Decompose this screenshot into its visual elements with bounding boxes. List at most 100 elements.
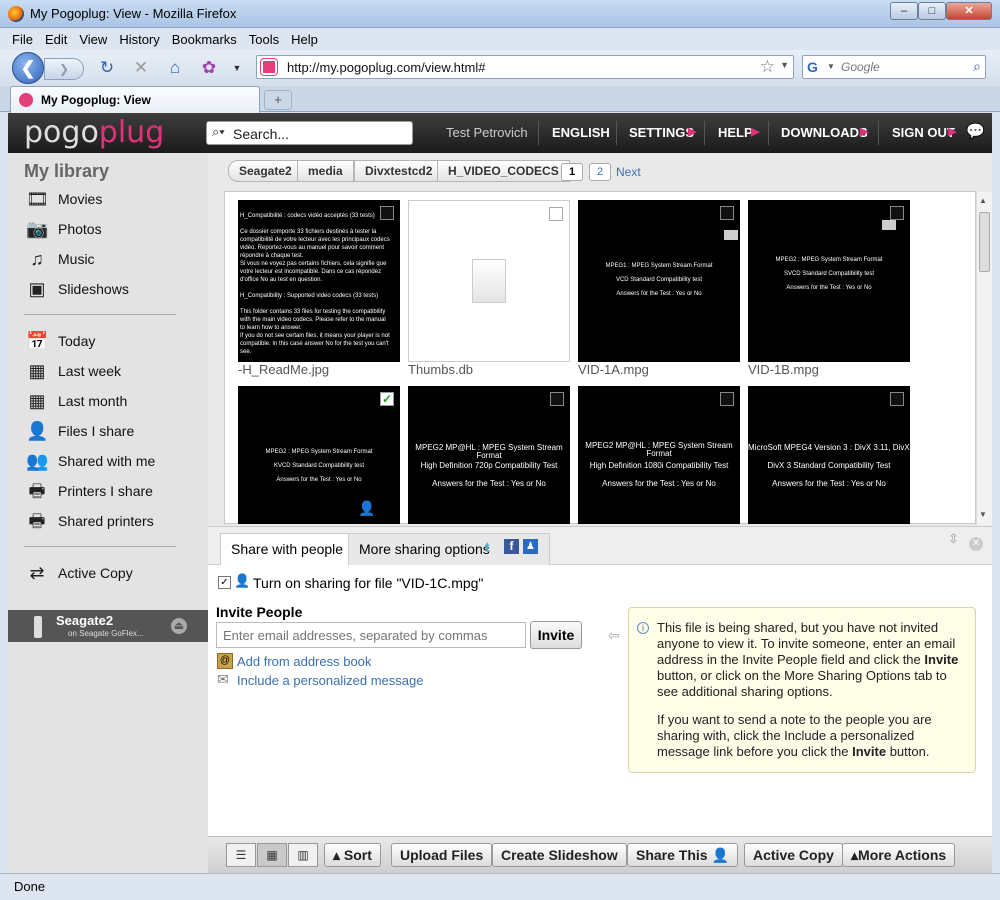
addon-icon[interactable]: ✿ <box>198 58 220 78</box>
create-slideshow-button[interactable]: Create Slideshow <box>492 843 627 867</box>
file-thumbnail[interactable]: MPEG2 MP@HL : MPEG System Stream Format … <box>578 386 740 524</box>
sidebar-item-files-i-share[interactable]: 👤 Files I share <box>24 418 204 446</box>
file-name[interactable]: VID-1B.mpg <box>748 362 819 377</box>
sidebar-item-slideshows[interactable]: ▣ Slideshows <box>24 276 204 304</box>
menu-help[interactable]: Help <box>291 32 318 47</box>
sidebar-item-shared-with-me[interactable]: 👥 Shared with me <box>24 448 204 476</box>
tab-share-with-people[interactable]: Share with people <box>220 533 355 565</box>
bookmark-star-icon[interactable]: ☆ <box>760 57 775 77</box>
sidebar-item-active-copy[interactable]: ⇄ Active Copy <box>24 560 204 588</box>
url-text[interactable]: http://my.pogoplug.com/view.html# <box>287 60 485 75</box>
sidebar-item-printers-i-share[interactable]: 🖶 Printers I share <box>24 478 204 506</box>
eject-icon[interactable]: ⏏ <box>171 618 187 634</box>
menu-tools[interactable]: Tools <box>249 32 279 47</box>
language-link[interactable]: ENGLISH <box>552 125 610 140</box>
list-view-icon[interactable]: ☰ <box>226 843 256 867</box>
page-1-button[interactable]: 1 <box>561 163 583 181</box>
file-thumbnail[interactable]: MPEG1 : MPEG System Stream Format VCD St… <box>578 200 740 362</box>
sort-button[interactable]: ▴ Sort <box>324 843 381 867</box>
breadcrumb-h-video-codecs[interactable]: H_VIDEO_CODECS <box>437 160 570 182</box>
sidebar-item-photos[interactable]: 📷 Photos <box>24 216 204 244</box>
select-checkbox[interactable] <box>549 207 563 221</box>
file-thumbnail[interactable]: MPEG2 MP@HL : MPEG System Stream Format … <box>408 386 570 524</box>
engine-dropdown-icon[interactable]: ▼ <box>827 62 835 71</box>
chat-icon[interactable]: 💬 <box>966 122 985 140</box>
home-icon[interactable]: ⌂ <box>164 58 186 78</box>
upload-files-button[interactable]: Upload Files <box>391 843 493 867</box>
browser-tab[interactable]: My Pogoplug: View <box>10 86 260 113</box>
forward-button[interactable]: ❯ <box>44 58 84 80</box>
sidebar-item-movies[interactable]: 🎞 Movies <box>24 186 204 214</box>
settings-link[interactable]: SETTINGS <box>629 125 694 140</box>
file-thumbnail[interactable]: MPEG2 : MPEG System Stream Format KVCD S… <box>238 386 400 524</box>
grid-view-icon[interactable]: ▦ <box>257 843 287 867</box>
menu-view[interactable]: View <box>79 32 107 47</box>
active-copy-button[interactable]: Active Copy <box>744 843 843 867</box>
select-checkbox[interactable] <box>890 392 904 406</box>
sharing-toggle-checkbox[interactable]: ✓ <box>218 576 231 589</box>
help-link[interactable]: HELP <box>718 125 753 140</box>
file-thumbnail[interactable]: MPEG2 : MPEG System Stream Format SVCD S… <box>748 200 910 362</box>
device-item[interactable]: Seagate2 on Seagate GoFlex... ⏏ <box>8 610 208 642</box>
chevron-down-icon[interactable]: ▼ <box>226 58 248 78</box>
search-bar[interactable]: G ▼ Google ⌕ <box>802 55 986 79</box>
invite-button[interactable]: Invite <box>530 621 582 649</box>
email-field[interactable] <box>216 622 526 648</box>
grid-scrollbar[interactable]: ▲ ▼ <box>976 192 992 525</box>
menu-history[interactable]: History <box>119 32 159 47</box>
sidebar-item-today[interactable]: 📅 Today <box>24 328 204 356</box>
select-checkbox[interactable] <box>380 206 394 220</box>
select-checkbox[interactable] <box>720 392 734 406</box>
file-thumbnail[interactable] <box>408 200 570 362</box>
personal-message-link[interactable]: Include a personalized message <box>237 673 423 688</box>
back-button[interactable]: ❮ <box>12 52 44 84</box>
file-name[interactable]: VID-1A.mpg <box>578 362 649 377</box>
pogoplug-logo[interactable]: pogoplug <box>24 115 164 150</box>
url-bar[interactable]: http://my.pogoplug.com/view.html# ☆ ▼ <box>256 55 794 79</box>
share-this-button[interactable]: Share This 👤 <box>627 843 738 867</box>
file-thumbnail[interactable]: MicroSoft MPEG4 Version 3 : DivX 3.11, D… <box>748 386 910 524</box>
breadcrumb-divxtestcd2[interactable]: Divxtestcd2 <box>354 160 444 182</box>
maximize-button[interactable]: □ <box>918 2 946 20</box>
resize-panel-icon[interactable]: ⇳ <box>948 531 959 547</box>
menu-edit[interactable]: Edit <box>45 32 67 47</box>
file-name[interactable]: -H_ReadMe.jpg <box>238 362 329 377</box>
select-checkbox[interactable] <box>720 206 734 220</box>
tab-more-sharing-options[interactable]: More sharing options <box>348 533 550 565</box>
file-thumbnail[interactable]: H_Compatibilité : codecs vidéo acceptés … <box>238 200 400 362</box>
search-text[interactable]: Search... <box>233 126 289 142</box>
scroll-up-icon[interactable]: ▲ <box>979 196 987 205</box>
close-button[interactable]: ✕ <box>946 2 992 20</box>
url-dropdown-icon[interactable]: ▼ <box>780 60 789 70</box>
close-panel-icon[interactable]: ✕ <box>969 537 983 551</box>
search-placeholder[interactable]: Google <box>841 60 880 74</box>
library-search-input[interactable]: ⌕▾ Search... <box>206 121 413 145</box>
search-icon[interactable]: ⌕ <box>973 58 981 75</box>
google-icon[interactable]: G <box>807 59 823 75</box>
sidebar-item-music[interactable]: ♫ Music <box>24 246 204 274</box>
downloads-link[interactable]: DOWNLOADS <box>781 125 868 140</box>
reload-icon[interactable]: ↻ <box>96 58 118 78</box>
address-book-link[interactable]: Add from address book <box>237 654 371 669</box>
minimize-button[interactable]: – <box>890 2 918 20</box>
facebook-icon[interactable]: f <box>504 539 519 554</box>
menu-bookmarks[interactable]: Bookmarks <box>172 32 237 47</box>
new-tab-button[interactable]: + <box>264 90 292 110</box>
signout-link[interactable]: SIGN OUT <box>892 125 955 140</box>
page-2-button[interactable]: 2 <box>589 163 611 181</box>
scrollbar-thumb[interactable] <box>979 212 990 272</box>
stop-icon[interactable]: ✕ <box>130 58 152 78</box>
sidebar-item-last-week[interactable]: ▦ Last week <box>24 358 204 386</box>
select-checkbox[interactable] <box>550 392 564 406</box>
myspace-icon[interactable]: ♟ <box>523 539 538 554</box>
file-name[interactable]: Thumbs.db <box>408 362 473 377</box>
sidebar-item-shared-printers[interactable]: 🖶 Shared printers <box>24 508 204 536</box>
twitter-icon[interactable]: t <box>485 539 490 555</box>
select-checkbox[interactable] <box>890 206 904 220</box>
breadcrumb-seagate2[interactable]: Seagate2 <box>228 160 303 182</box>
user-name[interactable]: Test Petrovich <box>446 125 528 140</box>
sidebar-item-last-month[interactable]: ▦ Last month <box>24 388 204 416</box>
filmstrip-view-icon[interactable]: ▥ <box>288 843 318 867</box>
breadcrumb-media[interactable]: media <box>297 160 354 182</box>
more-actions-button[interactable]: ▴More Actions <box>842 843 956 867</box>
